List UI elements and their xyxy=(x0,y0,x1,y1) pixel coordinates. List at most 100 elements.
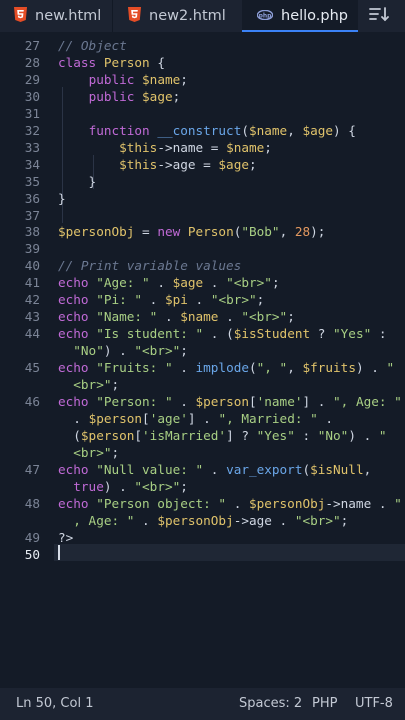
sort-lines-icon xyxy=(368,6,390,26)
code-token: $person xyxy=(88,410,143,426)
code-token: ] . xyxy=(302,393,334,409)
line-number: 41 xyxy=(24,275,40,291)
code-token: echo xyxy=(58,495,89,511)
code-token: 'age' xyxy=(149,410,188,426)
code-token: ( xyxy=(302,461,311,477)
cursor-position[interactable]: Ln 50, Col 1 xyxy=(16,696,93,711)
code-token: "Null value: " xyxy=(96,461,204,477)
code-line: , Age: " . $personObj->age . "<br>"; xyxy=(58,513,348,528)
code-token: . xyxy=(218,309,242,325)
line-number: 36 xyxy=(24,190,40,206)
code-line: } xyxy=(58,191,66,206)
line-number: 42 xyxy=(24,292,40,308)
code-token: "Bob" xyxy=(241,224,280,240)
tab-hello-php[interactable]: php hello.php xyxy=(242,0,358,32)
code-token: "Fruits: " xyxy=(96,360,173,376)
code-token: public xyxy=(88,71,135,87)
code-line: // Object xyxy=(58,38,127,53)
code-token: echo xyxy=(58,461,89,477)
code-token: __construct xyxy=(157,122,242,138)
code-token: . xyxy=(226,495,249,511)
indentation-setting[interactable]: Spaces: 2 xyxy=(239,696,302,711)
code-token: 'isMarried' xyxy=(142,427,227,443)
code-token: $person xyxy=(80,427,135,443)
code-token: ->age = xyxy=(157,156,219,172)
code-token: Person xyxy=(103,54,150,70)
line-number: 27 xyxy=(24,38,40,53)
code-line: $this->age = $age; xyxy=(58,157,257,172)
line-number: 32 xyxy=(24,122,40,138)
code-token: ) . xyxy=(348,427,379,443)
code-line: <br>"; xyxy=(58,377,119,392)
code-line: class Person { xyxy=(58,55,165,70)
status-bar: Ln 50, Col 1 Spaces: 2 PHP UTF-8 xyxy=(0,688,405,720)
line-number: 50 xyxy=(24,546,40,562)
code-token: <br>" xyxy=(73,377,112,392)
code-line: echo "Person: " . $person['name'] . ", A… xyxy=(58,394,402,409)
line-number: 33 xyxy=(24,139,40,155)
code-token: ] ? xyxy=(226,427,257,443)
code-token: "Yes" xyxy=(333,326,372,342)
tab-new-html[interactable]: new.html xyxy=(0,0,112,32)
code-token: ->age . xyxy=(233,512,295,528)
html5-icon xyxy=(14,6,27,26)
code-token: [ xyxy=(134,427,143,443)
code-token: echo xyxy=(58,360,89,376)
code-token: $personObj xyxy=(58,224,135,240)
code-line: echo "Null value: " . var_export($isNull… xyxy=(58,462,371,477)
code-line: // Print variable values xyxy=(58,258,241,273)
code-token: ) . xyxy=(103,478,135,494)
sort-lines-button[interactable] xyxy=(362,4,396,28)
line-number: 43 xyxy=(24,309,40,325)
code-token: ) { xyxy=(333,122,356,138)
code-line: "No") . "<br>"; xyxy=(58,343,188,358)
code-token: " xyxy=(386,360,395,376)
code-token: Person xyxy=(187,224,234,240)
language-mode[interactable]: PHP xyxy=(312,696,337,711)
code-token: // Object xyxy=(58,38,127,53)
code-token: " xyxy=(378,427,387,443)
code-token: public xyxy=(88,88,135,104)
code-token: ; xyxy=(340,512,349,528)
code-token: echo xyxy=(58,292,89,308)
code-token: . ( xyxy=(203,326,234,342)
code-token: "Yes" xyxy=(256,427,295,443)
code-line: public $age; xyxy=(58,88,181,104)
file-encoding[interactable]: UTF-8 xyxy=(355,696,393,711)
tab-new2-html[interactable]: new2.html xyxy=(112,0,242,32)
code-line: ($person['isMarried'] ? "Yes" : "No") . … xyxy=(58,427,387,443)
code-line: echo "Is student: " . ($isStudent ? "Yes… xyxy=(58,326,387,341)
code-token: 'name' xyxy=(256,393,303,409)
code-token: . xyxy=(58,410,89,426)
code-token: ", " xyxy=(256,360,288,376)
code-line: true) . "<br>"; xyxy=(58,479,188,494)
code-token: "Person: " xyxy=(96,393,173,409)
code-token: echo xyxy=(58,275,89,291)
code-line: public $name; xyxy=(58,72,188,87)
code-line: echo "Fruits: " . implode(", ", $fruits)… xyxy=(58,360,394,375)
code-token: ; xyxy=(172,88,181,104)
code-token: $personObj xyxy=(157,512,234,528)
code-token: ); xyxy=(310,224,326,240)
line-number: 44 xyxy=(24,326,40,342)
code-editor[interactable]: 27// Object 28 class Person {29 public $na… xyxy=(0,36,405,688)
code-token: [ xyxy=(249,393,257,409)
code-token: , xyxy=(363,461,372,477)
code-token: } xyxy=(58,190,66,206)
code-token: "<br>" xyxy=(134,343,181,359)
code-token: echo xyxy=(58,326,89,342)
code-token: $pi xyxy=(164,292,188,308)
line-number: 45 xyxy=(24,360,40,376)
code-token: $name xyxy=(142,71,181,87)
code-token: . xyxy=(187,292,211,308)
text-cursor xyxy=(58,545,60,560)
code-token: ; xyxy=(111,377,120,392)
code-token: echo xyxy=(58,393,89,409)
code-token: "<br>" xyxy=(134,478,181,494)
